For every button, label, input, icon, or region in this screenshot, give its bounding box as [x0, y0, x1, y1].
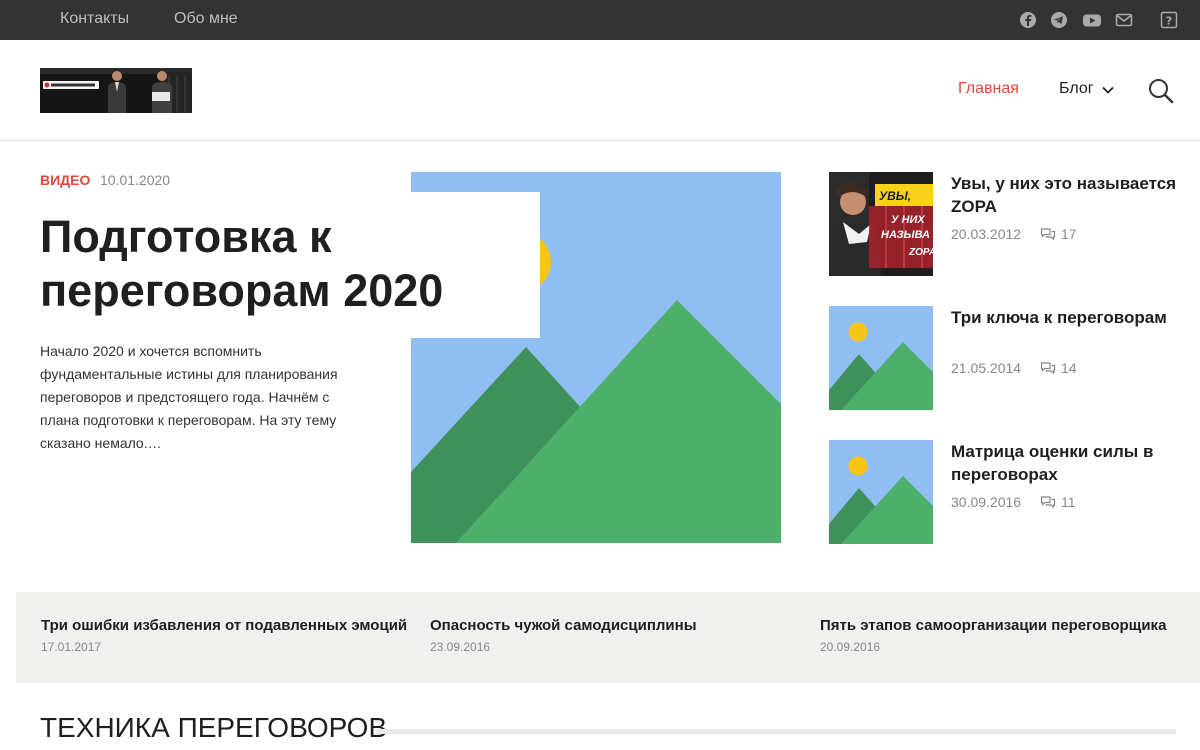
- side-post-thumbnail[interactable]: [829, 306, 933, 410]
- thumb-text-line: УВЫ,: [879, 189, 911, 203]
- site-header: Главная Блог: [0, 40, 1200, 141]
- strip-post-date: 23.09.2016: [430, 640, 491, 654]
- featured-strip: Три ошибки избавления от подавленных эмо…: [16, 592, 1200, 683]
- strip-post-date: 20.09.2016: [820, 640, 881, 654]
- side-post-title[interactable]: Увы, у них это называется ZOPA: [951, 172, 1179, 218]
- side-post-date: 21.05.2014: [951, 360, 1022, 376]
- side-post-date: 20.03.2012: [951, 226, 1022, 242]
- strip-post-title[interactable]: Опасность чужой самодисциплины: [430, 617, 697, 634]
- comments-icon: [1040, 362, 1056, 375]
- side-post-title[interactable]: Три ключа к переговорам: [951, 306, 1179, 329]
- strip-post-title[interactable]: Три ошибки избавления от подавленных эмо…: [41, 617, 407, 634]
- strip-post[interactable]: Опасность чужой самодисциплины 23.09.201…: [430, 617, 697, 654]
- facebook-icon[interactable]: [1019, 11, 1037, 29]
- side-post[interactable]: Три ключа к переговорам 21.05.2014 14: [829, 306, 1179, 410]
- side-post-date: 30.09.2016: [951, 494, 1022, 510]
- site-logo[interactable]: [40, 68, 192, 113]
- telegram-icon[interactable]: [1050, 11, 1068, 29]
- comments-icon: [1040, 228, 1056, 241]
- nav-blog[interactable]: Блог: [1059, 80, 1094, 98]
- top-link-about[interactable]: Обо мне: [174, 10, 238, 28]
- mail-icon[interactable]: [1115, 11, 1133, 29]
- strip-post[interactable]: Три ошибки избавления от подавленных эмо…: [41, 617, 407, 654]
- top-link-contacts[interactable]: Контакты: [60, 10, 129, 28]
- side-post-comment-count[interactable]: 11: [1061, 494, 1076, 510]
- youtube-icon[interactable]: [1082, 11, 1102, 29]
- side-post-comment-count[interactable]: 14: [1061, 360, 1077, 376]
- hero-category[interactable]: Видео: [40, 172, 90, 188]
- side-post-thumbnail[interactable]: [829, 440, 933, 544]
- nav-home[interactable]: Главная: [958, 80, 1019, 98]
- thumb-text-line: ZOPA: [908, 247, 933, 258]
- thumb-text-line: НАЗЫВА: [881, 229, 930, 241]
- hero-title[interactable]: Подготовка к переговорам 2020: [40, 210, 540, 318]
- help-icon[interactable]: ?: [1160, 11, 1178, 29]
- side-post[interactable]: Матрица оценки силы в переговорах 30.09.…: [829, 440, 1179, 544]
- comments-icon: [1040, 496, 1056, 509]
- side-post-comment-count[interactable]: 17: [1061, 226, 1077, 242]
- section-divider: [376, 729, 1176, 734]
- side-post[interactable]: УВЫ, У НИХ НАЗЫВА ZOPA Увы, у них это на…: [829, 172, 1179, 276]
- thumb-text-line: У НИХ: [891, 214, 925, 226]
- side-post-title[interactable]: Матрица оценки силы в переговорах: [951, 440, 1179, 486]
- strip-post-title[interactable]: Пять этапов самоорганизации переговорщик…: [820, 617, 1166, 634]
- strip-post[interactable]: Пять этапов самоорганизации переговорщик…: [820, 617, 1166, 654]
- side-post-thumbnail[interactable]: УВЫ, У НИХ НАЗЫВА ZOPA: [829, 172, 933, 276]
- hero-excerpt: Начало 2020 и хочется вспомнить фундамен…: [40, 343, 338, 451]
- hero-date: 10.01.2020: [100, 172, 171, 188]
- svg-text:?: ?: [1166, 15, 1172, 28]
- strip-post-date: 17.01.2017: [41, 640, 102, 654]
- search-icon[interactable]: [1147, 77, 1175, 105]
- top-bar: Контакты Обо мне ?: [0, 0, 1200, 40]
- section-heading: Техника переговоров: [40, 712, 388, 743]
- chevron-down-icon[interactable]: [1101, 83, 1115, 97]
